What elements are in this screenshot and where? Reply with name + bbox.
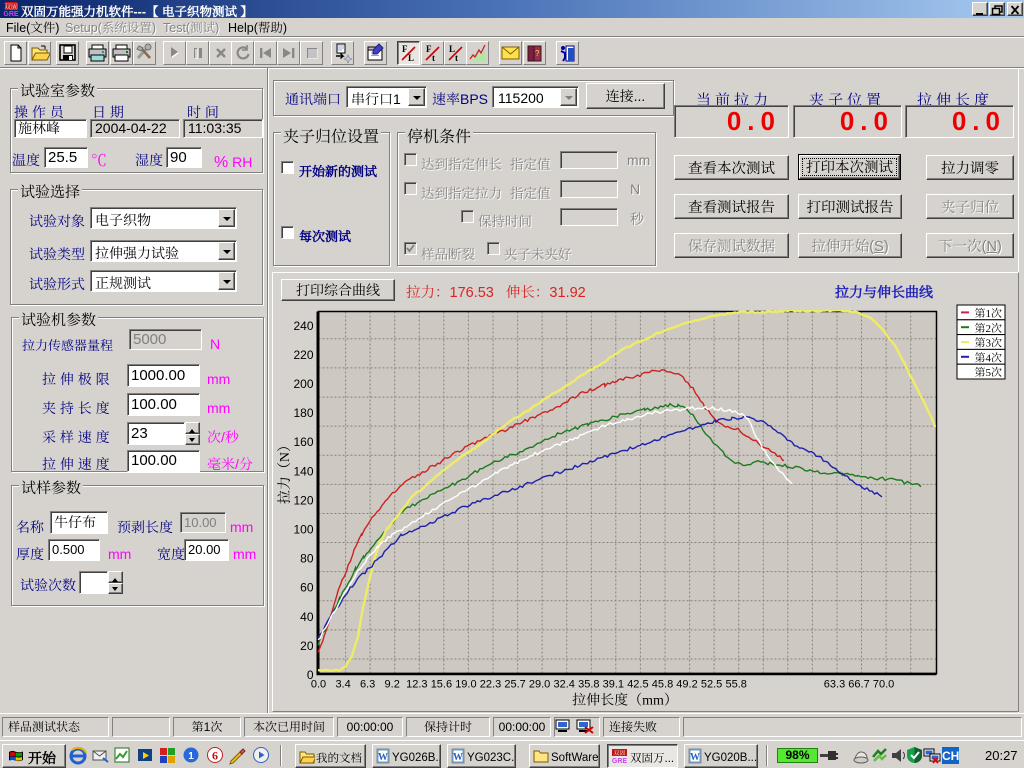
svg-text:第4次: 第4次 bbox=[975, 349, 1003, 365]
svg-text:15.6: 15.6 bbox=[431, 679, 452, 691]
svg-text:20: 20 bbox=[300, 639, 314, 653]
svg-text:?: ? bbox=[535, 49, 540, 58]
svg-text:70.0: 70.0 bbox=[873, 679, 894, 691]
svg-text:W: W bbox=[378, 752, 388, 763]
svg-text:120: 120 bbox=[293, 493, 313, 507]
svg-text:180: 180 bbox=[293, 406, 313, 420]
svg-text:19.0: 19.0 bbox=[455, 679, 476, 691]
svg-text:拉伸长度（mm）: 拉伸长度（mm） bbox=[572, 690, 678, 710]
svg-text:220: 220 bbox=[293, 348, 313, 362]
svg-text:160: 160 bbox=[293, 435, 313, 449]
svg-text:12.3: 12.3 bbox=[406, 679, 427, 691]
svg-text:63.3: 63.3 bbox=[824, 679, 845, 691]
svg-text:100: 100 bbox=[293, 523, 313, 537]
svg-text:第5次: 第5次 bbox=[975, 364, 1003, 380]
svg-text:拉力（N）: 拉力（N） bbox=[274, 438, 294, 504]
svg-text:52.5: 52.5 bbox=[701, 679, 722, 691]
svg-text:GRE: GRE bbox=[3, 11, 19, 17]
svg-text:6.3: 6.3 bbox=[360, 679, 375, 691]
svg-text:22.3: 22.3 bbox=[480, 679, 501, 691]
svg-text:0.0: 0.0 bbox=[311, 679, 326, 691]
svg-text:25.7: 25.7 bbox=[504, 679, 525, 691]
svg-text:第3次: 第3次 bbox=[975, 335, 1003, 351]
svg-text:W: W bbox=[690, 752, 700, 763]
svg-text:W: W bbox=[453, 752, 463, 763]
svg-text:29.0: 29.0 bbox=[529, 679, 550, 691]
svg-text:240: 240 bbox=[293, 319, 313, 333]
svg-text:第1次: 第1次 bbox=[975, 305, 1003, 321]
svg-text:140: 140 bbox=[293, 464, 313, 478]
svg-text:80: 80 bbox=[300, 552, 314, 566]
svg-text:1: 1 bbox=[188, 751, 194, 762]
svg-text:第2次: 第2次 bbox=[975, 320, 1003, 336]
svg-text:GRE: GRE bbox=[612, 758, 627, 764]
svg-text:6: 6 bbox=[212, 749, 218, 763]
svg-text:3.4: 3.4 bbox=[335, 679, 350, 691]
svg-text:200: 200 bbox=[293, 377, 313, 391]
svg-text:40: 40 bbox=[300, 610, 314, 624]
svg-text:55.8: 55.8 bbox=[725, 679, 746, 691]
svg-text:66.7: 66.7 bbox=[848, 679, 869, 691]
svg-text:49.2: 49.2 bbox=[676, 679, 697, 691]
svg-text:60: 60 bbox=[300, 581, 314, 595]
svg-text:L: L bbox=[408, 53, 414, 63]
svg-text:9.2: 9.2 bbox=[385, 679, 400, 691]
svg-text:双固: 双固 bbox=[613, 749, 625, 757]
